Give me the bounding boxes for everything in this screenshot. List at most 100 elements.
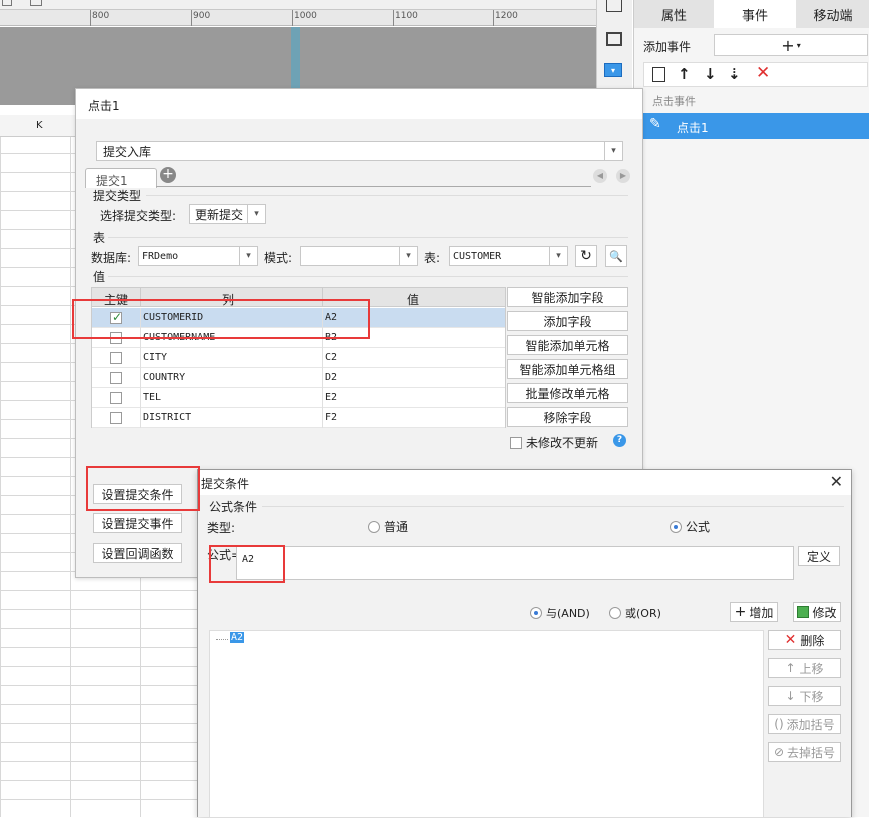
chevron-down-icon: ▾ [604, 142, 622, 160]
define-button[interactable]: 定义 [798, 546, 840, 566]
primary-key-checkbox[interactable] [110, 352, 122, 364]
mode-label: 模式: [264, 251, 293, 265]
no-update-checkbox[interactable]: 未修改不更新 [510, 434, 598, 451]
group-line [146, 195, 628, 196]
table-row[interactable]: DISTRICT F2 [92, 408, 505, 428]
arrow-down-icon[interactable]: ↓ [704, 65, 717, 83]
toolbar-icon[interactable] [30, 0, 42, 6]
radio-or[interactable]: 或(OR) [609, 605, 661, 621]
bracket-icon: () [774, 717, 784, 731]
column-name-cell[interactable]: DISTRICT [143, 412, 191, 423]
modify-condition-button[interactable]: 修改 [793, 602, 841, 622]
help-icon[interactable]: ? [613, 434, 626, 447]
formula-input[interactable]: A2 [236, 546, 794, 580]
event-item-selected[interactable]: ✎ 点击1 [643, 113, 869, 139]
move-down-button[interactable]: ↓ 下移 [768, 686, 841, 706]
horizontal-ruler: 800 900 1000 1100 1200 [0, 10, 596, 26]
tab-submit1[interactable]: 提交1 [85, 168, 157, 188]
column-header-k: K [36, 120, 43, 131]
table-label: 表: [424, 251, 441, 265]
close-icon[interactable]: ✕ [830, 472, 843, 491]
move-bottom-icon[interactable]: ⇣ [728, 65, 741, 83]
delete-icon[interactable]: ✕ [756, 63, 770, 83]
value-cell[interactable]: D2 [325, 372, 337, 383]
column-name-cell[interactable]: TEL [143, 392, 161, 403]
delete-condition-button[interactable]: ✕ 删除 [768, 630, 841, 650]
dialog-title: 点击1 [88, 99, 120, 113]
column-name-cell[interactable]: CITY [143, 352, 167, 363]
preview-button[interactable]: 🔍 [605, 245, 627, 267]
cond-title-bar: 提交条件 ✕ [198, 470, 851, 495]
smart-add-cell-group-button[interactable]: 智能添加单元格组 [507, 359, 628, 379]
event-section-label: 点击事件 [652, 95, 696, 108]
ruler-mark: 1200 [495, 11, 518, 21]
remove-bracket-icon: ⊘ [773, 745, 785, 759]
database-select[interactable]: FRDemo ▾ [138, 246, 258, 266]
smart-add-cell-button[interactable]: 智能添加单元格 [507, 335, 628, 355]
table-row[interactable]: CITY C2 [92, 348, 505, 368]
add-event-label: 添加事件 [643, 40, 692, 54]
batch-modify-cells-button[interactable]: 批量修改单元格 [507, 383, 628, 403]
plus-icon: + [734, 604, 747, 620]
cond-dialog-title: 提交条件 [201, 477, 250, 491]
tree-line [216, 639, 228, 640]
add-condition-button[interactable]: + 增加 [730, 602, 778, 622]
primary-key-checkbox[interactable] [110, 392, 122, 404]
condition-tree[interactable]: A2 [209, 630, 764, 818]
add-bracket-button[interactable]: () 添加括号 [768, 714, 841, 734]
dropdown-widget-icon[interactable]: ▾ [604, 63, 622, 77]
tab-mobile[interactable]: 移动端 [796, 0, 869, 28]
annotation-box-key-row [72, 299, 370, 339]
tab-line [156, 186, 591, 187]
chevron-down-icon: ▾ [247, 205, 265, 223]
tab-next-icon[interactable]: ▶ [616, 169, 630, 183]
annotation-box-condition-button [86, 466, 200, 511]
mode-select[interactable]: ▾ [300, 246, 418, 266]
copy-icon[interactable] [652, 67, 665, 82]
value-cell[interactable]: F2 [325, 412, 337, 423]
value-cell[interactable]: C2 [325, 352, 337, 363]
event-item-label: 点击1 [677, 121, 709, 135]
submit-type-select[interactable]: 更新提交 ▾ [189, 204, 266, 224]
column-name-cell[interactable]: COUNTRY [143, 372, 185, 383]
header-value: 值 [407, 293, 420, 307]
radio-and[interactable]: 与(AND) [530, 605, 590, 621]
tree-item-selected[interactable]: A2 [230, 632, 245, 643]
move-up-button[interactable]: ↑ 上移 [768, 658, 841, 678]
table-row[interactable]: COUNTRY D2 [92, 368, 505, 388]
table-row[interactable]: TEL E2 [92, 388, 505, 408]
arrow-up-icon[interactable]: ↑ [678, 65, 691, 83]
set-submit-event-button[interactable]: 设置提交事件 [93, 513, 182, 533]
primary-key-checkbox[interactable] [110, 372, 122, 384]
tab-prev-icon[interactable]: ◀ [593, 169, 607, 183]
info-icon[interactable] [606, 0, 622, 12]
remove-bracket-button[interactable]: ⊘ 去掉括号 [768, 742, 841, 762]
smart-add-field-button[interactable]: 智能添加字段 [507, 287, 628, 307]
modify-icon [797, 606, 810, 618]
group-line [108, 237, 628, 238]
refresh-button[interactable]: ↻ [575, 245, 597, 267]
action-type-select[interactable]: 提交入库 ▾ [96, 141, 623, 161]
toolbar-icon[interactable] [2, 0, 12, 6]
type-label: 类型: [207, 521, 236, 535]
arrow-up-icon: ↑ [785, 661, 796, 675]
set-callback-button[interactable]: 设置回调函数 [93, 543, 182, 563]
add-field-button[interactable]: 添加字段 [507, 311, 628, 331]
refresh-icon: ↻ [580, 248, 592, 264]
add-event-button[interactable]: + ▾ [714, 34, 868, 56]
tab-attributes[interactable]: 属性 [634, 0, 714, 28]
value-cell[interactable]: E2 [325, 392, 337, 403]
group-line [262, 506, 844, 507]
table-select[interactable]: CUSTOMER ▾ [449, 246, 568, 266]
remove-field-button[interactable]: 移除字段 [507, 407, 628, 427]
chevron-down-icon: ▾ [239, 247, 257, 265]
radio-formula[interactable]: 公式 [670, 518, 710, 535]
edit-icon: ✎ [649, 116, 661, 132]
radio-normal[interactable]: 普通 [368, 518, 408, 535]
frame-icon[interactable] [606, 32, 622, 46]
add-tab-icon[interactable]: + [160, 167, 176, 183]
primary-key-checkbox[interactable] [110, 412, 122, 424]
delete-icon: ✕ [784, 632, 797, 648]
annotation-box-formula [209, 545, 285, 583]
tab-events[interactable]: 事件 [714, 0, 796, 28]
